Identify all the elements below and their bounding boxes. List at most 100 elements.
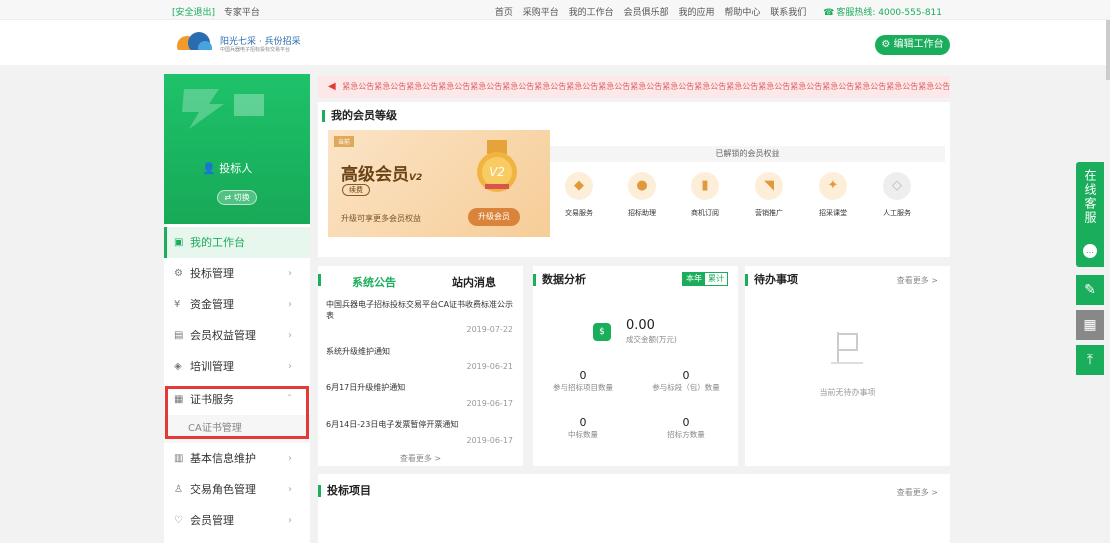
top-links: 首页 采购平台 我的工作台 会员俱乐部 我的应用 帮助中心 联系我们 ☎ 客服热线… <box>488 5 942 18</box>
sidebar-item-label: 交易角色管理 <box>190 483 256 496</box>
sidebar-item-basic-info[interactable]: ▥ 基本信息维护 › <box>164 443 310 474</box>
diamond-icon: ◇ <box>883 172 911 200</box>
nav-link-contact[interactable]: 联系我们 <box>770 8 806 18</box>
announcement-item[interactable]: 6月14日-23日电子发票暂停开票通知 <box>326 419 521 430</box>
sidebar-item-label: 会员管理 <box>190 514 234 527</box>
stat-projects: 0 参与招标项目数量 <box>533 369 633 393</box>
projects-more-link[interactable]: 查看更多 > <box>897 487 938 498</box>
announcement-panel: 系统公告 站内消息 中国兵器电子招标投标交易平台CA证书收费标准公示表 2019… <box>318 266 523 466</box>
chat-icon: … <box>1083 244 1097 258</box>
benefit-label: 交易服务 <box>565 209 593 217</box>
nav-link-home[interactable]: 首页 <box>495 8 513 18</box>
tab-site-messages[interactable]: 站内消息 <box>452 274 496 290</box>
stat-value: 0 <box>682 369 690 382</box>
online-service-button[interactable]: 在线客服 … <box>1076 162 1104 267</box>
nav-link-apps[interactable]: 我的应用 <box>678 8 714 18</box>
announcement-item[interactable]: 中国兵器电子招标投标交易平台CA证书收费标准公示表 <box>326 299 521 321</box>
money-bag-icon: $ <box>593 323 611 341</box>
edit-workbench-label: 编辑工作台 <box>893 39 944 50</box>
current-tag: 当前 <box>334 136 355 147</box>
header: 阳光七采 · 兵份招采 中国兵器电子招标投标交易平台 ⚙ 编辑工作台 <box>0 20 1110 65</box>
announcement-item[interactable]: 6月17日升级维护通知 <box>326 382 521 393</box>
chevron-right-icon: › <box>288 484 292 495</box>
announcement-more-link[interactable]: 查看更多 > <box>318 453 523 464</box>
tab-system-notice[interactable]: 系统公告 <box>352 274 396 290</box>
stat-label: 招标方数量 <box>667 430 705 439</box>
todo-panel: 待办事项 查看更多 > 当前无待办事项 <box>745 266 950 466</box>
hotline: ☎ 客服热线: 4000-555-811 <box>816 8 942 18</box>
feedback-button[interactable]: ✎ <box>1076 275 1104 305</box>
sidebar-item-trade-roles[interactable]: ♙ 交易角色管理 › <box>164 474 310 505</box>
benefits-title: 已解锁的会员权益 <box>550 146 945 162</box>
info-icon: ▥ <box>174 453 184 464</box>
sidebar-item-member-management[interactable]: ♡ 会员管理 › <box>164 505 310 536</box>
sidebar-item-label: 我的工作台 <box>190 236 245 249</box>
empty-flag-icon <box>831 332 863 364</box>
logo[interactable]: 阳光七采 · 兵份招采 中国兵器电子招标投标交易平台 <box>175 28 315 60</box>
benefit-label: 商机订阅 <box>691 209 719 217</box>
back-to-top-button[interactable]: ⤒ <box>1076 345 1104 375</box>
bulb-icon: ✦ <box>819 172 847 200</box>
sidebar-item-label: 培训管理 <box>190 360 234 373</box>
handshake-icon: ◆ <box>565 172 593 200</box>
period-cumulative[interactable]: 累计 <box>705 273 727 285</box>
doc-icon: ▤ <box>174 330 184 341</box>
logo-icon <box>175 32 213 56</box>
chevron-right-icon: › <box>288 515 292 526</box>
training-icon: ◈ <box>174 361 182 372</box>
member-level-sub: V2 <box>409 173 423 183</box>
sidebar-profile: 👤 投标人 ⇄ 切换 <box>164 74 310 224</box>
nav-link-help[interactable]: 帮助中心 <box>724 8 760 18</box>
top-left: [安全退出] 专家平台 <box>172 5 260 18</box>
stat-sections: 0 参与标段（包）数量 <box>636 369 736 393</box>
sidebar-item-bid-management[interactable]: ⚙ 投标管理 › <box>164 258 310 289</box>
benefit-bid-assistant[interactable]: ● 招标助理 <box>617 172 667 218</box>
chevron-right-icon: › <box>288 453 292 464</box>
switch-role-button[interactable]: ⇄ 切换 <box>217 190 257 205</box>
switch-label: 切换 <box>233 193 250 202</box>
sidebar-item-funds[interactable]: ¥ 资金管理 › <box>164 289 310 320</box>
benefit-opportunity[interactable]: ▮ 商机订阅 <box>680 172 730 218</box>
member-level: 高级会员V2 <box>341 160 422 185</box>
projects-title: 投标项目 <box>318 485 371 497</box>
exit-link[interactable]: [安全退出] <box>172 8 215 18</box>
upgrade-member-button[interactable]: 升级会员 <box>468 208 520 226</box>
stat-label: 参与标段（包）数量 <box>652 383 720 392</box>
nav-link-club[interactable]: 会员俱乐部 <box>624 8 669 18</box>
edit-workbench-button[interactable]: ⚙ 编辑工作台 <box>875 35 950 55</box>
member-section-title: 我的会员等级 <box>322 110 397 122</box>
benefit-manual-service[interactable]: ◇ 人工服务 <box>872 172 922 218</box>
sidebar-item-training[interactable]: ◈ 培训管理 › <box>164 351 310 382</box>
nav-link-workbench[interactable]: 我的工作台 <box>569 8 614 18</box>
renew-button[interactable]: 续费 <box>342 184 370 196</box>
hotline-text: 客服热线: 4000-555-811 <box>836 8 942 18</box>
money-icon: ¥ <box>174 299 181 310</box>
period-this-year[interactable]: 本年 <box>683 273 705 285</box>
user-icon: 👤 <box>202 162 216 175</box>
benefit-marketing[interactable]: ◥ 营销推广 <box>744 172 794 218</box>
stat-wins: 0 中标数量 <box>533 416 633 440</box>
user-icon: ♙ <box>174 484 183 495</box>
nav-link-purchase[interactable]: 采购平台 <box>523 8 559 18</box>
user-role: 👤 投标人 <box>202 160 252 176</box>
announcement-tabs: 系统公告 站内消息 <box>318 266 523 292</box>
announcement-item[interactable]: 系统升级维护通知 <box>326 346 521 357</box>
user-role-label: 投标人 <box>219 162 253 175</box>
sidebar-item-membership-rights[interactable]: ▤ 会员权益管理 › <box>164 320 310 351</box>
benefit-classroom[interactable]: ✦ 招采课堂 <box>808 172 858 218</box>
stat-value: 0 <box>579 369 587 382</box>
gear-icon: ⚙ <box>174 268 183 279</box>
scrollbar-thumb[interactable] <box>1106 20 1110 80</box>
expert-link[interactable]: 专家平台 <box>224 8 260 18</box>
announcement-date: 2019-07-22 <box>466 325 514 334</box>
qrcode-button[interactable]: ▦ <box>1076 310 1104 340</box>
sidebar-item-workbench[interactable]: ▣ 我的工作台 <box>164 227 310 258</box>
todo-more-link[interactable]: 查看更多 > <box>897 275 938 286</box>
announcement-date: 2019-06-21 <box>466 362 514 371</box>
heart-icon: ♡ <box>174 515 183 526</box>
medal-icon: V2 <box>477 140 517 192</box>
benefit-label: 招采课堂 <box>819 209 847 217</box>
emergency-notice-bar[interactable]: ◀ 紧急公告紧急公告紧急公告紧急公告紧急公告紧急公告紧急公告紧急公告紧急公告紧急… <box>318 76 950 98</box>
section-marker <box>318 274 321 286</box>
benefit-trade-service[interactable]: ◆ 交易服务 <box>554 172 604 218</box>
